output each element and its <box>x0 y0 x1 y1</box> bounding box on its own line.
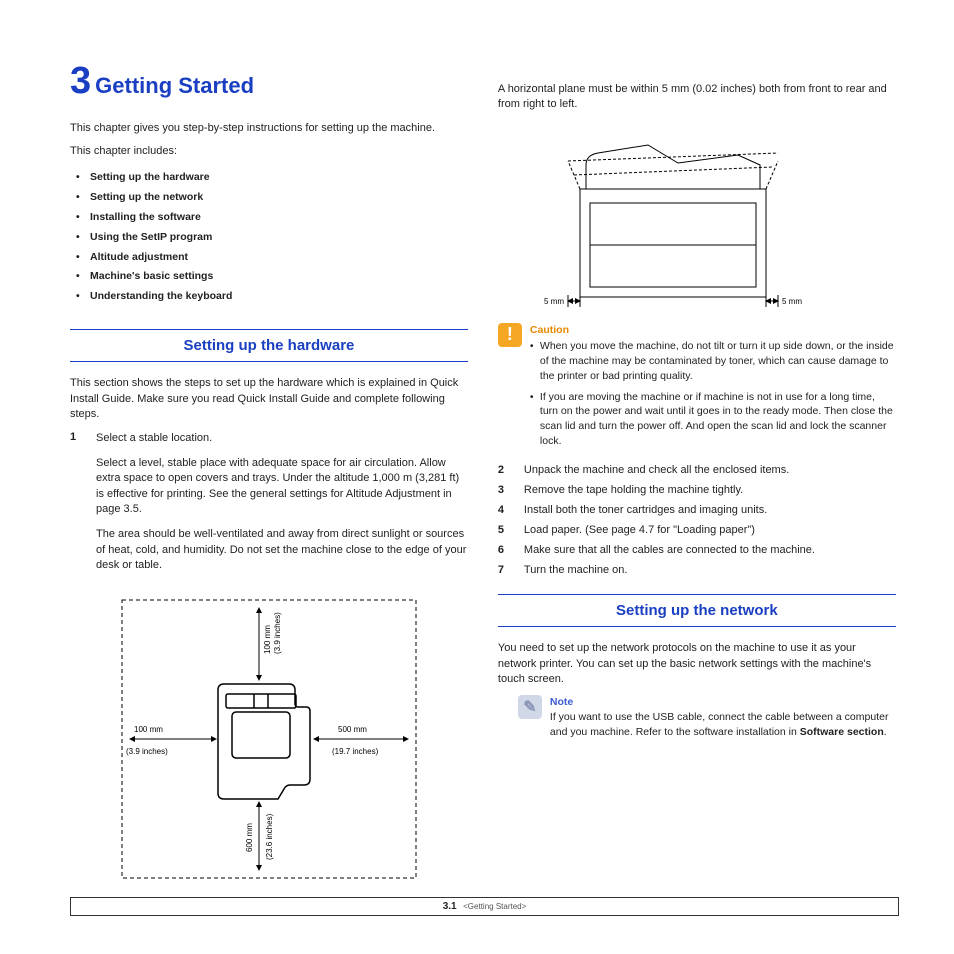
toc-item: Machine's basic settings <box>76 267 468 287</box>
section-heading-hardware: Setting up the hardware <box>70 329 468 362</box>
caution-bullet: If you are moving the machine or if mach… <box>530 390 896 449</box>
column-right: A horizontal plane must be within 5 mm (… <box>498 60 896 890</box>
step-number: 2 <box>498 464 510 476</box>
step-text: Unpack the machine and check all the enc… <box>524 464 896 476</box>
column-left: 3Getting Started This chapter gives you … <box>70 60 468 890</box>
step-text: Turn the machine on. <box>524 564 896 576</box>
intro-paragraph-2: This chapter includes: <box>70 144 468 159</box>
toc-item: Using the SetIP program <box>76 228 468 248</box>
toc-item: Installing the software <box>76 208 468 228</box>
step-lead: Select a stable location. <box>96 431 468 446</box>
intro-paragraph-1: This chapter gives you step-by-step inst… <box>70 121 468 136</box>
note-title: Note <box>550 695 896 710</box>
fig-label: 5 mm <box>544 297 564 306</box>
step-6: 6 Make sure that all the cables are conne… <box>498 544 896 556</box>
toc-item: Altitude adjustment <box>76 248 468 268</box>
caution-callout: ! Caution When you move the machine, do … <box>498 323 896 455</box>
step-7: 7 Turn the machine on. <box>498 564 896 576</box>
step-4: 4 Install both the toner cartridges and i… <box>498 504 896 516</box>
note-icon: ✎ <box>518 695 542 719</box>
clearance-diagram: 100 mm (3.9 inches) 100 mm (3.9 inches) … <box>104 594 434 884</box>
note-text: If you want to use the USB cable, connec… <box>550 710 896 739</box>
step-number: 7 <box>498 564 510 576</box>
fig-label: 5 mm <box>782 297 802 306</box>
step-number: 5 <box>498 524 510 536</box>
step-number: 3 <box>498 484 510 496</box>
footer-label: <Getting Started> <box>463 902 526 911</box>
toc-item: Setting up the hardware <box>76 168 468 188</box>
step-1: 1 Select a stable location. Select a lev… <box>70 431 468 582</box>
note-callout: ✎ Note If you want to use the USB cable,… <box>518 695 896 739</box>
section2-intro: You need to set up the network protocols… <box>498 641 896 687</box>
step-text: Remove the tape holding the machine tigh… <box>524 484 896 496</box>
footer-page: .1 <box>448 901 456 912</box>
step-5: 5 Load paper. (See page 4.7 for "Loading … <box>498 524 896 536</box>
toc-item: Understanding the keyboard <box>76 287 468 307</box>
fig-label: (3.9 inches) <box>273 612 282 654</box>
fig-label: 500 mm <box>338 725 367 734</box>
page-footer: 3.1 <Getting Started> <box>70 897 899 916</box>
note-text-c: . <box>884 726 887 738</box>
chapter-heading: 3Getting Started <box>70 60 468 103</box>
caution-title: Caution <box>530 323 896 338</box>
caution-icon: ! <box>498 323 522 347</box>
horizontal-plane-text: A horizontal plane must be within 5 mm (… <box>498 82 896 113</box>
caution-bullet: When you move the machine, do not tilt o… <box>530 339 896 383</box>
step-text: Make sure that all the cables are connec… <box>524 544 896 556</box>
fig-label: (3.9 inches) <box>126 747 168 756</box>
step-number: 6 <box>498 544 510 556</box>
step-paragraph: The area should be well-ventilated and a… <box>96 527 468 573</box>
step-paragraph: Select a level, stable place with adequa… <box>96 456 468 518</box>
section-heading-network: Setting up the network <box>498 594 896 627</box>
step-3: 3 Remove the tape holding the machine tig… <box>498 484 896 496</box>
chapter-title-text: Getting Started <box>95 73 254 98</box>
chapter-toc: Setting up the hardware Setting up the n… <box>76 168 468 308</box>
step-2: 2 Unpack the machine and check all the en… <box>498 464 896 476</box>
fig-label: (19.7 inches) <box>332 747 379 756</box>
step-number: 4 <box>498 504 510 516</box>
step-text: Install both the toner cartridges and im… <box>524 504 896 516</box>
toc-item: Setting up the network <box>76 188 468 208</box>
fig-label: 600 mm <box>245 822 254 851</box>
note-text-b: Software section <box>800 726 884 738</box>
level-diagram: 5 mm 5 mm <box>538 125 808 315</box>
step-number: 1 <box>70 431 82 582</box>
fig-label: 100 mm <box>263 624 272 653</box>
fig-label: (23.6 inches) <box>265 813 274 860</box>
chapter-number: 3 <box>70 60 91 102</box>
fig-label: 100 mm <box>134 725 163 734</box>
step-text: Load paper. (See page 4.7 for "Loading p… <box>524 524 896 536</box>
section1-intro: This section shows the steps to set up t… <box>70 376 468 422</box>
